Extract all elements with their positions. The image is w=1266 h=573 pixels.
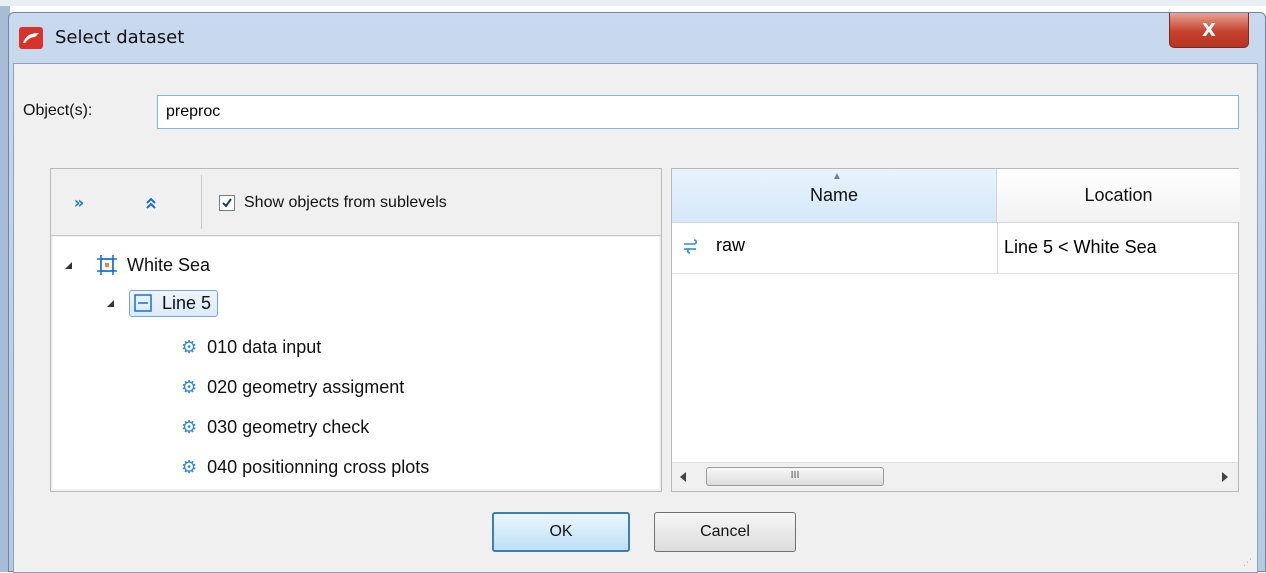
- tree-item-white-sea[interactable]: White Sea: [63, 249, 210, 281]
- dataset-name: raw: [716, 235, 746, 255]
- collapse-all-button[interactable]: [139, 191, 163, 215]
- window-title: Select dataset: [55, 27, 185, 48]
- scroll-right-arrow-icon[interactable]: [1222, 472, 1228, 482]
- table-row[interactable]: raw Line 5 < White Sea: [672, 223, 1238, 274]
- expand-all-button[interactable]: »: [67, 191, 91, 215]
- column-header-location[interactable]: Location: [997, 169, 1240, 223]
- column-header-label: Location: [1084, 185, 1153, 205]
- tree-expanded-icon: [65, 262, 72, 269]
- double-chevron-right-icon: »: [73, 193, 85, 212]
- select-dataset-dialog: Select dataset X Object(s): »: [8, 12, 1266, 573]
- tree-item-label: Line 5: [162, 292, 212, 313]
- dialog-body: Object(s): »: [13, 63, 1258, 573]
- column-header-label: Name: [809, 185, 858, 205]
- close-button[interactable]: X: [1169, 13, 1249, 48]
- resize-grip-icon[interactable]: ⋰: [1243, 558, 1253, 568]
- double-chevron-up-icon: [146, 197, 156, 209]
- tree-item-flow[interactable]: ⚙ 030 geometry check: [181, 411, 369, 443]
- close-icon: X: [1202, 19, 1216, 41]
- tree-toolbar: » Show objects from sublevels: [51, 169, 661, 236]
- tree-item-selection: Line 5: [129, 289, 219, 317]
- tree-item-label: 040 positionning cross plots: [207, 456, 430, 477]
- gear-icon: ⚙: [181, 376, 198, 397]
- tree-item-label: 010 data input: [207, 336, 322, 357]
- project-tree: White Sea Line 5 ⚙ 010 data input ⚙ 020 …: [53, 237, 659, 489]
- tree-item-line-5[interactable]: Line 5: [105, 287, 219, 319]
- checkmark-icon: [222, 198, 232, 208]
- dataset-icon: [684, 238, 698, 254]
- cancel-button[interactable]: Cancel: [654, 512, 796, 552]
- tree-item-flow[interactable]: ⚙ 020 geometry assigment: [181, 371, 404, 403]
- tree-item-label: 020 geometry assigment: [207, 376, 405, 397]
- gear-icon: ⚙: [181, 456, 198, 477]
- tree-item-label: White Sea: [127, 254, 211, 275]
- column-header-name[interactable]: ▲ Name: [672, 169, 997, 223]
- show-sublevels-label[interactable]: Show objects from sublevels: [244, 194, 447, 212]
- cell-name: raw: [682, 235, 745, 256]
- tree-expanded-icon: [107, 300, 114, 307]
- app-logo-icon: [19, 27, 43, 49]
- tree-panel: » Show objects from sublevels White Sea …: [50, 168, 662, 492]
- gear-icon: ⚙: [181, 416, 198, 437]
- tree-item-flow[interactable]: ⚙ 010 data input: [181, 331, 321, 363]
- scroll-thumb[interactable]: III: [706, 467, 884, 486]
- sort-ascending-icon: ▲: [832, 171, 842, 182]
- objects-label: Object(s):: [23, 102, 93, 119]
- scroll-left-arrow-icon[interactable]: [680, 472, 686, 482]
- cell-location: Line 5 < White Sea: [997, 223, 1238, 273]
- background-strip: [0, 0, 1266, 6]
- gear-icon: ⚙: [181, 336, 198, 357]
- line-icon: [134, 294, 152, 312]
- survey-area-icon: [97, 255, 117, 275]
- toolbar-divider: [201, 175, 202, 229]
- ok-button[interactable]: OK: [492, 512, 630, 552]
- horizontal-scrollbar[interactable]: III: [672, 462, 1238, 491]
- tree-item-label: 030 geometry check: [207, 416, 370, 437]
- objects-input[interactable]: [157, 95, 1239, 129]
- title-bar[interactable]: Select dataset X: [9, 13, 1265, 63]
- dataset-table-panel: ▲ Name Location raw Line 5 < White Sea I…: [671, 168, 1240, 492]
- show-sublevels-checkbox[interactable]: [219, 195, 235, 211]
- tree-item-flow[interactable]: ⚙ 040 positionning cross plots: [181, 451, 429, 483]
